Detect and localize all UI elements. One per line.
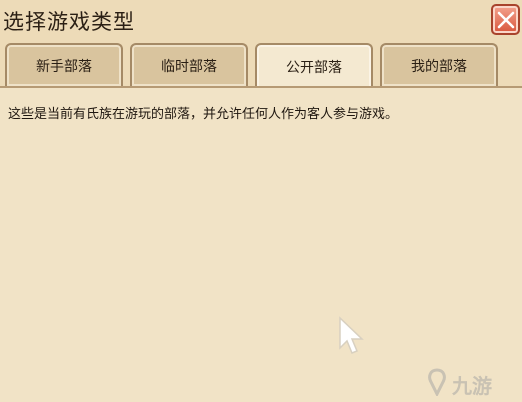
tab-label: 临时部落 bbox=[161, 58, 217, 75]
close-icon bbox=[497, 11, 515, 29]
dialog-title: 选择游戏类型 bbox=[3, 10, 135, 34]
tab-label: 我的部落 bbox=[411, 58, 467, 75]
tab-public-tribe[interactable]: 公开部落 bbox=[255, 43, 373, 88]
watermark-text: 九游 bbox=[452, 374, 492, 398]
watermark-logo-icon bbox=[428, 368, 446, 396]
tab-my-tribe[interactable]: 我的部落 bbox=[380, 43, 498, 86]
tribe-type-dialog: 选择游戏类型 新手部落 临时部落 公开部落 我的部落 这些是当前有氏族在游玩的部… bbox=[0, 0, 522, 402]
mouse-cursor-icon bbox=[339, 316, 364, 354]
tab-label: 公开部落 bbox=[286, 59, 342, 76]
tab-content-panel: 这些是当前有氏族在游玩的部落，并允许任何人作为客人参与游戏。 bbox=[0, 88, 522, 402]
tab-description: 这些是当前有氏族在游玩的部落，并允许任何人作为客人参与游戏。 bbox=[8, 107, 399, 122]
tab-label: 新手部落 bbox=[36, 58, 92, 75]
tab-newbie-tribe[interactable]: 新手部落 bbox=[5, 43, 123, 86]
tab-temporary-tribe[interactable]: 临时部落 bbox=[130, 43, 248, 86]
tab-bar: 新手部落 临时部落 公开部落 我的部落 bbox=[5, 43, 505, 88]
close-button[interactable] bbox=[491, 4, 520, 35]
